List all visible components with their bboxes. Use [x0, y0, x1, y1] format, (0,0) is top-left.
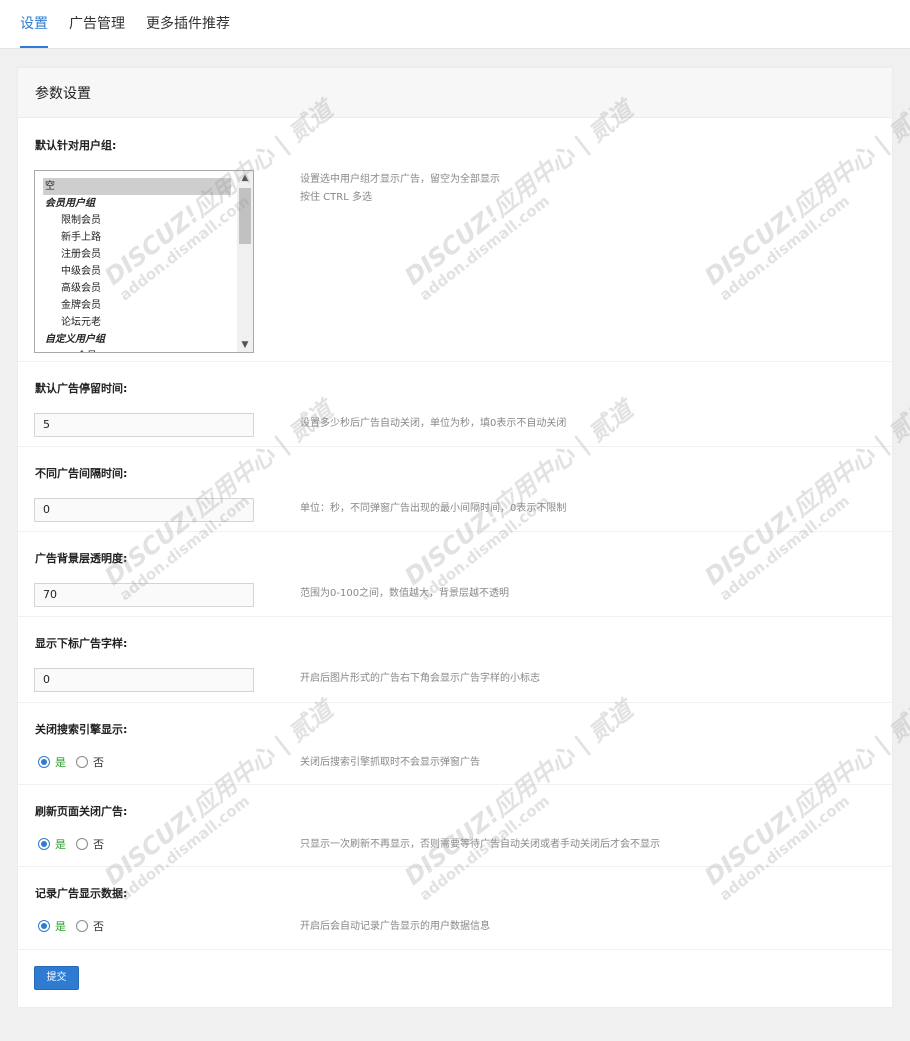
chevron-down-icon[interactable]: ▼: [237, 338, 253, 352]
listbox-option[interactable]: 中级会员: [43, 263, 231, 280]
opacity-input[interactable]: 70: [34, 583, 254, 607]
listbox-option[interactable]: VIP会员: [43, 348, 231, 352]
refresh-close-label: 刷新页面关闭广告:: [35, 805, 128, 818]
seo-close-radio-no[interactable]: [76, 756, 88, 768]
record-radio-yes[interactable]: [38, 920, 50, 932]
listbox-optgroup: 会员用户组: [45, 198, 95, 209]
scrollbar-thumb[interactable]: [239, 188, 251, 244]
field-interval: 不同广告间隔时间: 0 单位：秒，不同弹窗广告出现的最小间隔时间，0表示不限制: [18, 447, 892, 532]
field-usergroup: 默认针对用户组: 空会员用户组限制会员 新手上路 注册会员 中级会员 高级会员 金牌会员论…: [18, 119, 892, 362]
panel-title: 参数设置: [18, 68, 892, 118]
settings-panel: 参数设置 默认针对用户组: 空会员用户组限制会员 新手上路 注册会员 中级会员 高级会员…: [17, 67, 893, 1008]
listbox-option[interactable]: 金牌会员: [43, 297, 231, 314]
usergroup-options: 空会员用户组限制会员 新手上路 注册会员 中级会员 高级会员 金牌会员 论坛元老自定义用户组…: [43, 178, 231, 352]
radio-no-label: 否: [93, 756, 104, 769]
record-hint: 开启后会自动记录广告显示的用户数据信息: [300, 921, 490, 932]
tab-more-plugins[interactable]: 更多插件推荐: [146, 13, 230, 48]
field-seo-close: 关闭搜索引擎显示: 是 否 关闭后搜索引擎抓取时不会显示弹窗广告: [18, 703, 892, 785]
corner-tag-hint: 开启后图片形式的广告右下角会显示广告字样的小标志: [300, 673, 540, 684]
corner-tag-input[interactable]: 0: [34, 668, 254, 692]
field-refresh-close: 刷新页面关闭广告: 是 否 只显示一次刷新不再显示，否则需要等待广告自动关闭或者…: [18, 785, 892, 867]
field-record: 记录广告显示数据: 是 否 开启后会自动记录广告显示的用户数据信息: [18, 867, 892, 950]
usergroup-hint: 设置选中用户组才显示广告，留空为全部显示: [300, 174, 500, 185]
seo-close-hint: 关闭后搜索引擎抓取时不会显示弹窗广告: [300, 757, 480, 768]
corner-tag-label: 显示下标广告字样:: [35, 637, 128, 650]
record-radio-no[interactable]: [76, 920, 88, 932]
listbox-option[interactable]: 注册会员: [43, 246, 231, 263]
record-label: 记录广告显示数据:: [35, 887, 128, 900]
listbox-optgroup: 自定义用户组: [45, 334, 105, 345]
tab-ad-management[interactable]: 广告管理: [69, 13, 125, 48]
usergroup-hint-ctrl: 按住 CTRL 多选: [300, 192, 372, 203]
seo-close-radio-yes[interactable]: [38, 756, 50, 768]
radio-yes-label: 是: [55, 838, 66, 851]
listbox-option[interactable]: 高级会员: [43, 280, 231, 297]
radio-no-label: 否: [93, 920, 104, 933]
listbox-option[interactable]: 限制会员: [43, 212, 231, 229]
radio-yes-label: 是: [55, 756, 66, 769]
field-opacity: 广告背景层透明度: 70 范围为0-100之间，数值越大，背景层越不透明: [18, 532, 892, 617]
listbox-option[interactable]: 论坛元老: [43, 314, 231, 331]
radio-no-label: 否: [93, 838, 104, 851]
stay-time-hint: 设置多少秒后广告自动关闭，单位为秒，填0表示不自动关闭: [300, 418, 567, 429]
seo-close-radio-group: 是 否: [38, 754, 114, 770]
usergroup-multiselect[interactable]: 空会员用户组限制会员 新手上路 注册会员 中级会员 高级会员 金牌会员 论坛元老自定义用户组…: [34, 170, 254, 353]
record-radio-group: 是 否: [38, 918, 114, 934]
interval-label: 不同广告间隔时间:: [35, 467, 128, 480]
interval-hint: 单位：秒，不同弹窗广告出现的最小间隔时间，0表示不限制: [300, 503, 567, 514]
field-corner-tag: 显示下标广告字样: 0 开启后图片形式的广告右下角会显示广告字样的小标志: [18, 617, 892, 703]
opacity-hint: 范围为0-100之间，数值越大，背景层越不透明: [300, 588, 510, 599]
top-tab-bar: 设置 广告管理 更多插件推荐: [0, 0, 910, 49]
opacity-label: 广告背景层透明度:: [35, 552, 128, 565]
usergroup-label: 默认针对用户组:: [35, 139, 117, 152]
stay-time-input[interactable]: 5: [34, 413, 254, 437]
chevron-up-icon[interactable]: ▲: [237, 171, 253, 185]
stay-time-label: 默认广告停留时间:: [35, 382, 128, 395]
interval-input[interactable]: 0: [34, 498, 254, 522]
tab-settings[interactable]: 设置: [20, 13, 48, 48]
submit-button[interactable]: 提交: [34, 966, 79, 990]
refresh-close-radio-no[interactable]: [76, 838, 88, 850]
field-stay-time: 默认广告停留时间: 5 设置多少秒后广告自动关闭，单位为秒，填0表示不自动关闭: [18, 362, 892, 447]
refresh-close-hint: 只显示一次刷新不再显示，否则需要等待广告自动关闭或者手动关闭后才会不显示: [300, 839, 660, 850]
listbox-option[interactable]: 新手上路: [43, 229, 231, 246]
listbox-option[interactable]: 空: [43, 178, 231, 195]
seo-close-label: 关闭搜索引擎显示:: [35, 723, 128, 736]
radio-yes-label: 是: [55, 920, 66, 933]
refresh-close-radio-group: 是 否: [38, 836, 114, 852]
listbox-scrollbar[interactable]: ▲ ▼: [237, 171, 253, 352]
refresh-close-radio-yes[interactable]: [38, 838, 50, 850]
